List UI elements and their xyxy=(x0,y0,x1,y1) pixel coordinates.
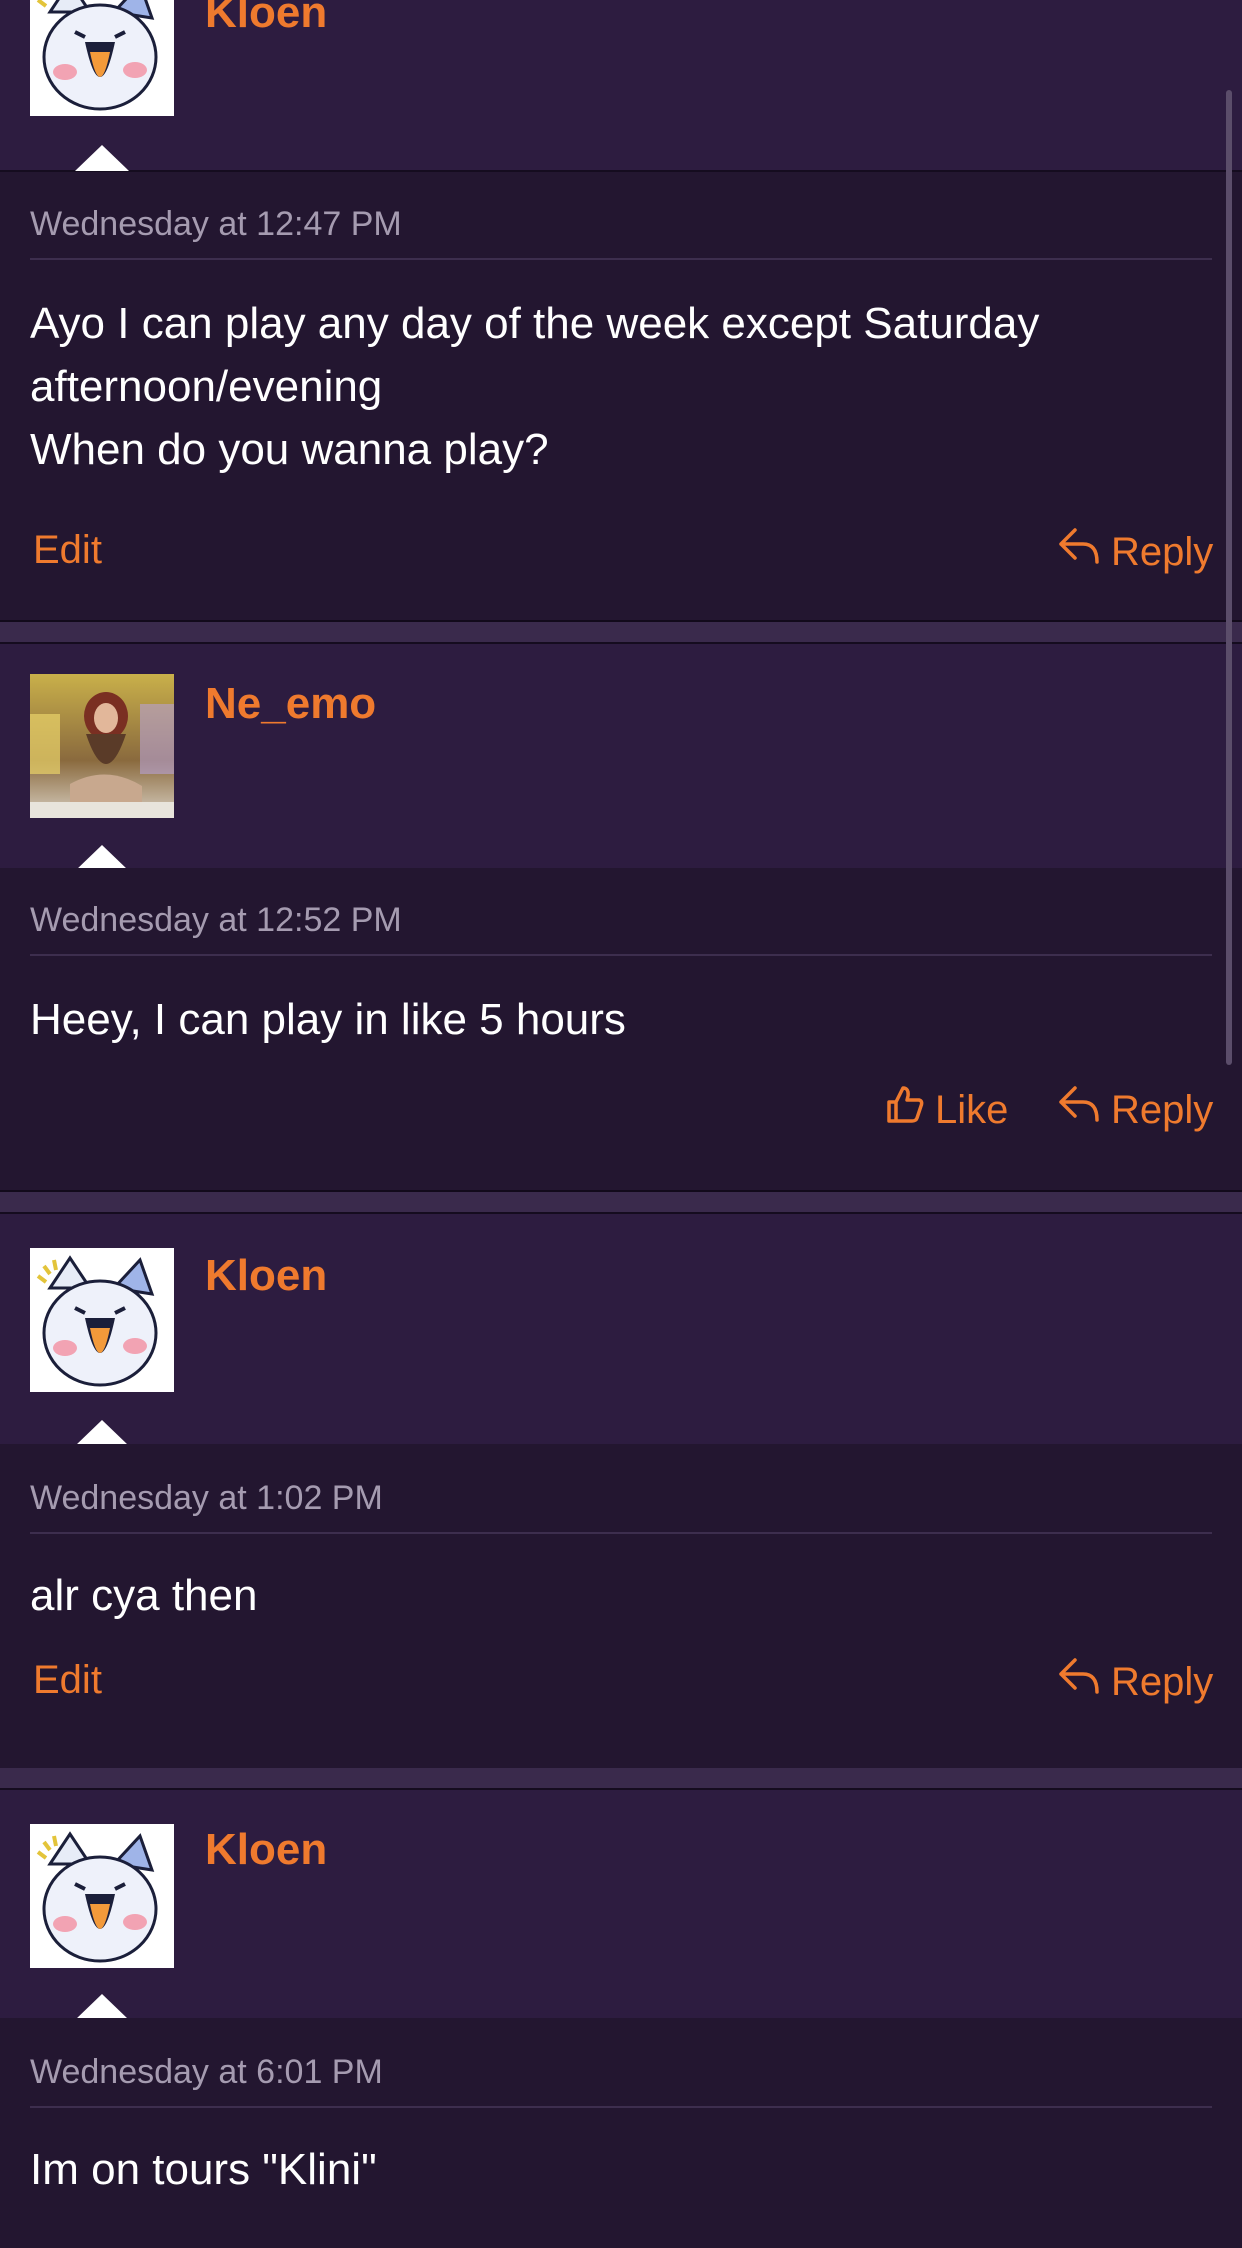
reply-icon xyxy=(1057,526,1101,577)
divider xyxy=(30,1532,1212,1534)
post-body: Wednesday at 12:47 PM Ayo I can play any… xyxy=(0,172,1242,622)
thumbs-up-icon xyxy=(885,1084,925,1135)
post-header: Kloen xyxy=(0,1212,1242,1446)
post-separator xyxy=(0,1768,1242,1788)
reply-icon xyxy=(1057,1656,1101,1707)
reply-button[interactable]: Reply xyxy=(1057,1656,1213,1707)
avatar[interactable] xyxy=(30,1248,174,1392)
reply-button[interactable]: Reply xyxy=(1057,1084,1213,1135)
divider xyxy=(30,954,1212,956)
reply-label: Reply xyxy=(1111,1087,1214,1132)
avatar[interactable] xyxy=(30,0,174,116)
reply-icon xyxy=(1057,1084,1101,1135)
post-message: alr cya then xyxy=(30,1571,258,1620)
avatar[interactable] xyxy=(30,1824,174,1968)
like-button[interactable]: Like xyxy=(885,1084,1008,1135)
post-body: Wednesday at 12:52 PM Heey, I can play i… xyxy=(0,868,1242,1192)
post-body: Wednesday at 6:01 PM Im on tours "Klini" xyxy=(0,2018,1242,2248)
post-timestamp[interactable]: Wednesday at 6:01 PM xyxy=(30,2052,383,2092)
post-header: Kloen xyxy=(0,1788,1242,2020)
edit-button[interactable]: Edit xyxy=(33,1656,102,1704)
divider xyxy=(30,258,1212,260)
post-timestamp[interactable]: Wednesday at 12:47 PM xyxy=(30,204,402,244)
divider xyxy=(30,2106,1212,2108)
post-timestamp[interactable]: Wednesday at 12:52 PM xyxy=(30,900,402,940)
post-timestamp[interactable]: Wednesday at 1:02 PM xyxy=(30,1478,383,1518)
username[interactable]: Kloen xyxy=(205,1251,327,1301)
post-header: Ne_emo xyxy=(0,642,1242,871)
reply-label: Reply xyxy=(1111,1659,1214,1704)
post-message: Im on tours "Klini" xyxy=(30,2145,377,2194)
post-caret xyxy=(75,1420,129,1446)
username[interactable]: Kloen xyxy=(205,1825,327,1875)
post-separator xyxy=(0,1192,1242,1212)
edit-label: Edit xyxy=(33,528,102,572)
post-caret xyxy=(75,1994,129,2020)
edit-label: Edit xyxy=(33,1658,102,1702)
post-message: Heey, I can play in like 5 hours xyxy=(30,995,626,1044)
reply-button[interactable]: Reply xyxy=(1057,526,1213,577)
avatar[interactable] xyxy=(30,674,174,818)
username[interactable]: Ne_emo xyxy=(205,679,376,729)
like-label: Like xyxy=(935,1087,1009,1132)
username[interactable]: Kloen xyxy=(205,0,327,38)
post-caret xyxy=(75,145,129,171)
post-header: Kloen xyxy=(0,0,1242,172)
post-separator xyxy=(0,622,1242,642)
post-message: Ayo I can play any day of the week excep… xyxy=(30,299,1040,474)
scrollbar[interactable] xyxy=(1226,90,1232,1065)
post-body: Wednesday at 1:02 PM alr cya then Edit R… xyxy=(0,1444,1242,1770)
edit-button[interactable]: Edit xyxy=(33,526,102,574)
reply-label: Reply xyxy=(1111,529,1214,574)
